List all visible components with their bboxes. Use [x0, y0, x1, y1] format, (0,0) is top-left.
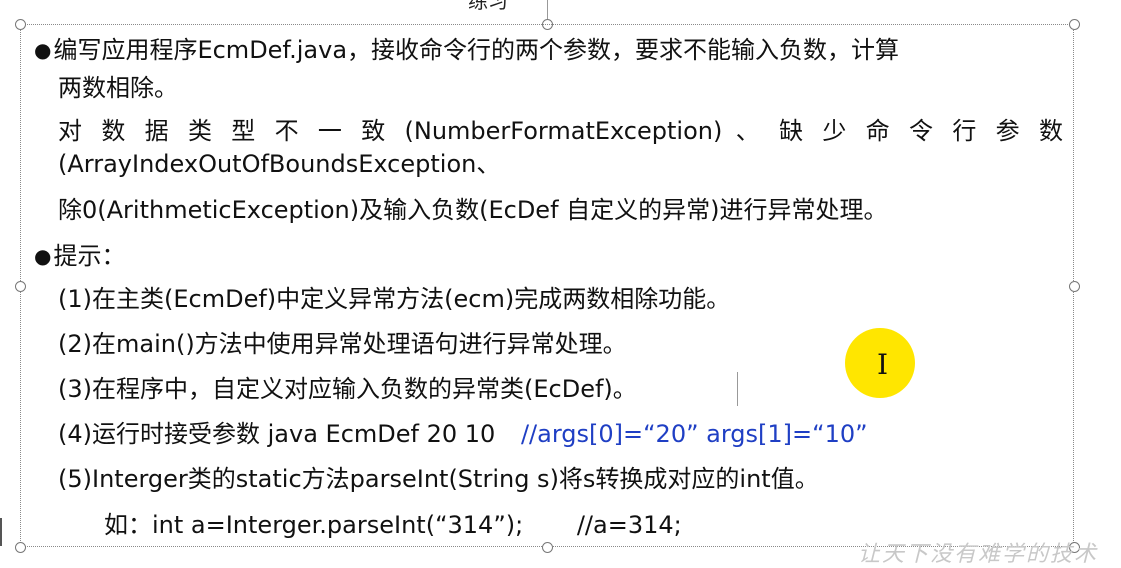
bullet-line-hint: ●提示： [34, 240, 125, 272]
hint-item-1: (1)在主类(EcmDef)中定义异常方法(ecm)完成两数相除功能。 [58, 285, 731, 313]
task-text-line-5: 除0(ArithmeticException)及输入负数(EcDef 自定义的异… [58, 196, 888, 224]
task-text-line-1: 编写应用程序EcmDef.java，接收命令行的两个参数，要求不能输入负数，计算 [53, 36, 900, 64]
task-text-line-2: 两数相除。 [58, 74, 178, 102]
hint-item-4: (4)运行时接受参数 java EcmDef 20 10 //args[0]=“… [58, 418, 868, 450]
hint-item-3: (3)在程序中，自定义对应输入负数的异常类(EcDef)。 [58, 375, 637, 403]
rotation-handle-line [547, 0, 548, 19]
bullet-icon: ● [34, 244, 52, 268]
hint-label: 提示： [53, 242, 126, 270]
resize-handle-middle-right[interactable] [1069, 281, 1080, 292]
task-text-line-3: 对 数 据 类 型 不 一 致 (NumberFormatException) … [58, 117, 1063, 145]
resize-handle-bottom-left[interactable] [15, 542, 26, 553]
hint-item-4-text: (4)运行时接受参数 java EcmDef 20 10 [58, 420, 496, 448]
hint-item-4-comment: //args[0]=“20” args[1]=“10” [520, 420, 868, 448]
watermark-text: 让天下没有难学的技术 [858, 542, 1099, 567]
resize-handle-top-left[interactable] [15, 19, 26, 30]
slide-title-fragment: 练习 [468, 0, 508, 13]
resize-handle-top-right[interactable] [1069, 19, 1080, 30]
resize-handle-middle-left[interactable] [15, 281, 26, 292]
resize-handle-bottom-center[interactable] [542, 542, 553, 553]
text-caret [737, 372, 738, 406]
example-code: 如：int a=Interger.parseInt(“314”); [104, 511, 524, 539]
example-comment: //a=314; [576, 511, 682, 539]
bullet-icon: ● [34, 38, 52, 62]
task-text-line-4: (ArrayIndexOutOfBoundsException、 [58, 150, 501, 178]
hint-item-2: (2)在main()方法中使用异常处理语句进行异常处理。 [58, 330, 627, 358]
slide-canvas: 练习 ●编写应用程序EcmDef.java，接收命令行的两个参数，要求不能输入负… [0, 0, 1121, 567]
left-edge-marker [0, 518, 2, 546]
bullet-line-1: ●编写应用程序EcmDef.java，接收命令行的两个参数，要求不能输入负数，计… [34, 34, 899, 66]
example-line: 如：int a=Interger.parseInt(“314”); //a=31… [104, 509, 682, 541]
hint-item-5: (5)Interger类的static方法parseInt(String s)将… [58, 465, 819, 493]
ibeam-cursor-icon: I [877, 348, 889, 381]
